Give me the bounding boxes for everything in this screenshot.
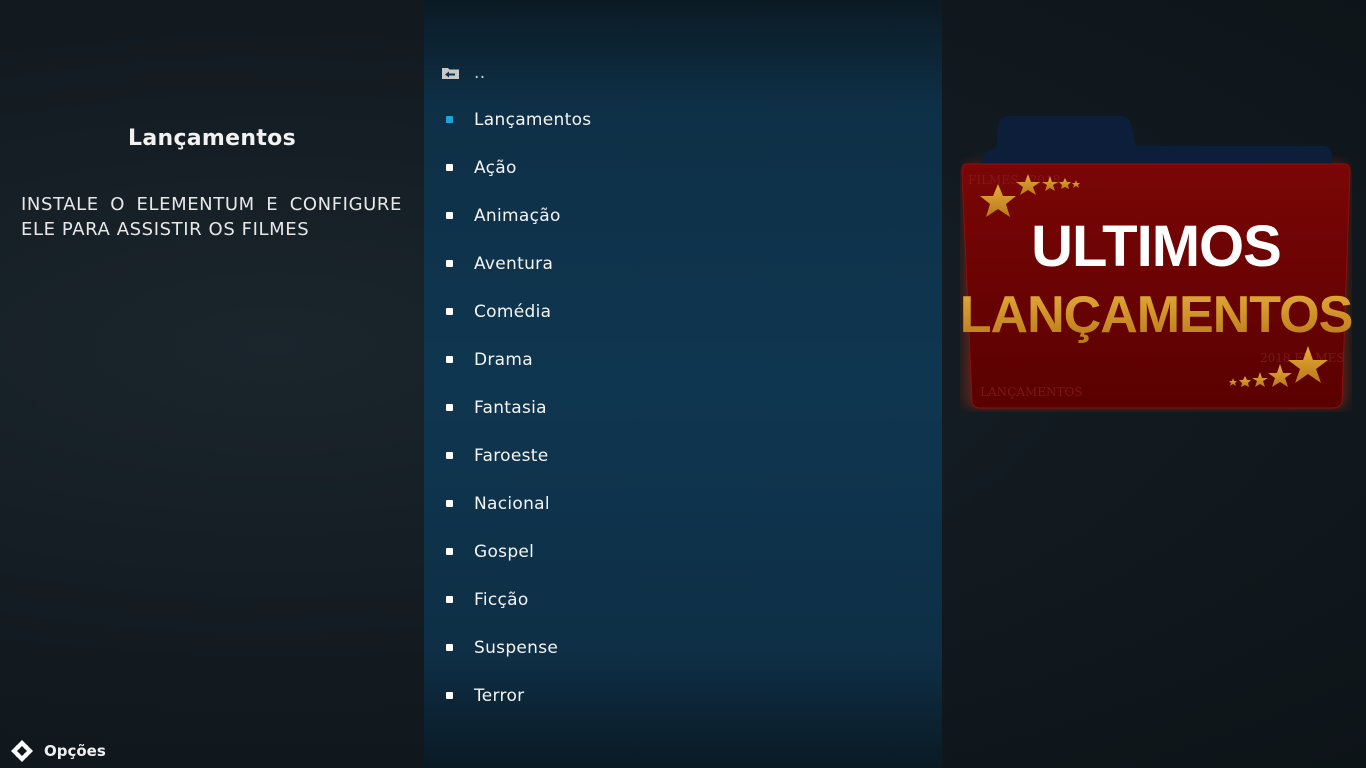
list-item-lancamentos[interactable]: Lançamentos [424,96,942,144]
info-plot: INSTALE O ELEMENTUM E CONFIGURE ELE PARA… [21,194,402,240]
list-item-comedia[interactable]: Comédia [424,288,942,336]
list-item-acao[interactable]: Ação [424,144,942,192]
folder-poster-icon: FILMES · 2018 2018 FILMES LANÇAMENTOS UL… [960,116,1352,409]
list-item-ficcao[interactable]: Ficção [424,576,942,624]
media-browser-window: Lançamentos INSTALE O ELEMENTUM E CONFIG… [0,0,1366,768]
list-item-label: Suspense [474,638,559,658]
list-item-label: Comédia [474,302,552,322]
list-item-label: Fantasia [474,398,547,418]
info-panel: Lançamentos INSTALE O ELEMENTUM E CONFIG… [0,0,424,768]
list-item-gospel[interactable]: Gospel [424,528,942,576]
poster-panel: FILMES · 2018 2018 FILMES LANÇAMENTOS UL… [942,0,1366,768]
list-item-nacional[interactable]: Nacional [424,480,942,528]
svg-text:LANÇAMENTOS: LANÇAMENTOS [980,385,1083,399]
bullet-icon [446,548,453,555]
bullet-icon [446,500,453,507]
list-item-faroeste[interactable]: Faroeste [424,432,942,480]
bullet-icon [446,212,453,219]
poster-line2: LANÇAMENTOS [960,286,1352,344]
list-item-drama[interactable]: Drama [424,336,942,384]
list-item-label: Animação [474,206,561,226]
folder-back-icon [442,68,459,79]
list-item-label: Nacional [474,494,550,514]
selected-bullet-icon [446,116,453,123]
list-item-terror[interactable]: Terror [424,672,942,720]
list-item-label: Ação [474,158,517,178]
bullet-icon [446,164,453,171]
bullet-icon [446,356,453,363]
list-item-label: Aventura [474,254,554,274]
info-title: Lançamentos [128,126,296,151]
options-label: Opções [44,742,106,760]
list-item-label: .. [474,63,486,83]
list-item-suspense[interactable]: Suspense [424,624,942,672]
bullet-icon [446,308,453,315]
list-item-animacao[interactable]: Animação [424,192,942,240]
poster-line1: ULTIMOS [1031,214,1281,279]
svg-text:FILMES · 2018: FILMES · 2018 [968,173,1060,187]
options-icon [11,740,33,762]
list-item-label: Lançamentos [474,110,592,130]
bullet-icon [446,644,453,651]
list-item-label: Ficção [474,590,529,610]
list-item-fantasia[interactable]: Fantasia [424,384,942,432]
list-item-label: Gospel [474,542,535,562]
bullet-icon [446,596,453,603]
list-item-label: Terror [474,686,525,706]
bullet-icon [446,404,453,411]
list-item-parent-folder[interactable]: .. [424,49,942,97]
options-button[interactable]: Opções [10,738,106,764]
bullet-icon [446,452,453,459]
bullet-icon [446,260,453,267]
list-item-aventura[interactable]: Aventura [424,240,942,288]
bullet-icon [446,692,453,699]
list-item-label: Faroeste [474,446,549,466]
category-list: .. Lançamentos Ação Animação Aventura Co… [424,0,942,768]
list-item-label: Drama [474,350,533,370]
